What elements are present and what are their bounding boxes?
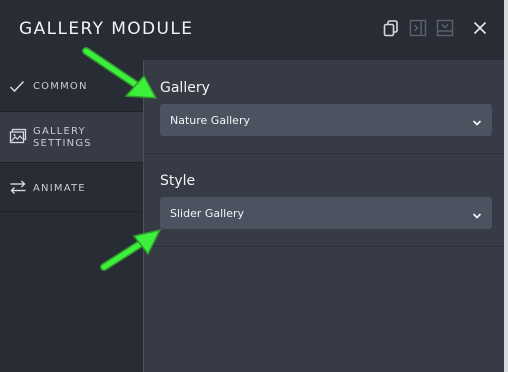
- sidebar-item-animate[interactable]: ANIMATE: [0, 163, 143, 212]
- save-icon[interactable]: [435, 18, 455, 38]
- style-select-value: Slider Gallery: [170, 206, 245, 220]
- gallery-module-panel: GALLERY MODULE COMMON GALLERY SETTINGS A…: [0, 0, 504, 372]
- panel-title: GALLERY MODULE: [19, 19, 194, 39]
- gallery-field: Gallery Nature Gallery: [144, 60, 504, 154]
- panel-right-icon[interactable]: [408, 18, 428, 38]
- sidebar-item-label: COMMON: [33, 81, 88, 92]
- chevron-down-icon: [472, 115, 482, 133]
- close-icon[interactable]: [470, 18, 490, 38]
- gallery-label: Gallery: [160, 80, 210, 96]
- gallery-select-value: Nature Gallery: [170, 113, 250, 127]
- settings-content: Gallery Nature Gallery Style Slider Gall…: [144, 60, 504, 372]
- style-field: Style Slider Gallery: [144, 154, 504, 247]
- copy-icon[interactable]: [381, 18, 401, 38]
- image-icon: [9, 128, 27, 144]
- sidebar-item-label-line1: GALLERY: [33, 126, 86, 137]
- sidebar-item-label: ANIMATE: [33, 183, 86, 194]
- style-label: Style: [160, 173, 196, 189]
- style-select[interactable]: Slider Gallery: [160, 197, 492, 229]
- chevron-down-icon: [472, 208, 482, 226]
- sidebar-item-label-line2: SETTINGS: [33, 138, 92, 149]
- gallery-select[interactable]: Nature Gallery: [160, 104, 492, 136]
- swap-arrows-icon: [9, 180, 27, 194]
- checkmark-icon: [9, 80, 25, 93]
- sidebar: COMMON GALLERY SETTINGS ANIMATE: [0, 60, 144, 372]
- panel-header: GALLERY MODULE: [0, 0, 504, 60]
- sidebar-item-gallery-settings[interactable]: GALLERY SETTINGS: [0, 112, 143, 163]
- sidebar-item-common[interactable]: COMMON: [0, 60, 143, 112]
